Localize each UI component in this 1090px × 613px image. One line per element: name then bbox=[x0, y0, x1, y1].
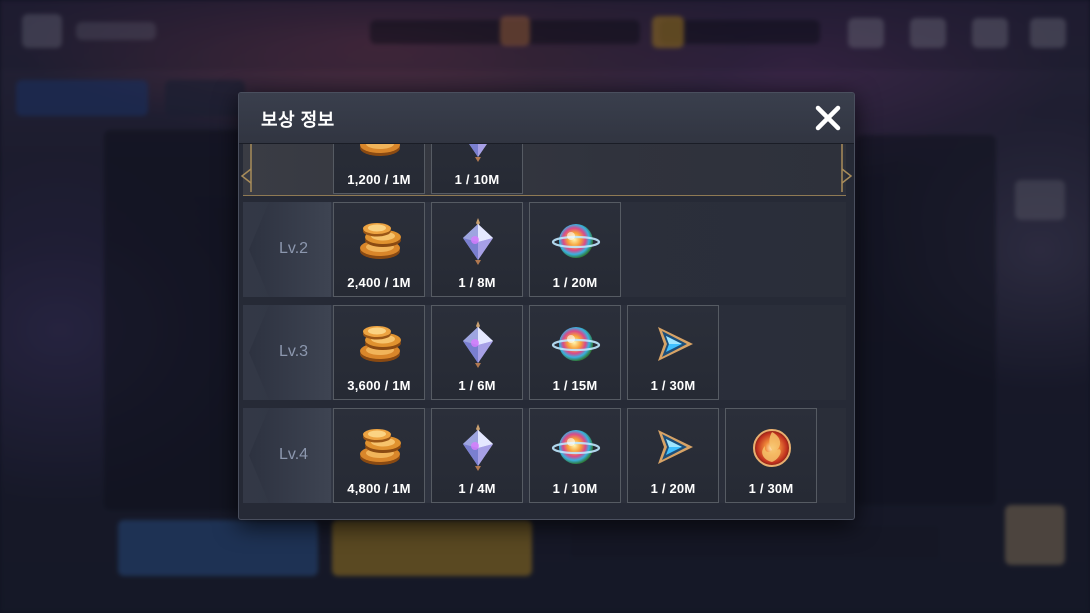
reward-row-level-2: Lv.2 2,400 / 1M 1 / 8M 1 / 20M bbox=[239, 202, 854, 297]
level-label: Lv.2 bbox=[279, 240, 309, 257]
purple-crystal-icon bbox=[453, 144, 503, 163]
gold-coins-icon bbox=[355, 319, 405, 369]
blue-gem-icon bbox=[649, 319, 699, 369]
reward-quantity: 1 / 6M bbox=[458, 378, 496, 393]
reward-slot[interactable]: 1 / 10M bbox=[431, 144, 523, 194]
reward-slot[interactable]: 1 / 15M bbox=[529, 305, 621, 400]
purple-crystal-icon bbox=[453, 422, 503, 472]
level-label: Lv.4 bbox=[279, 446, 309, 463]
reward-slots: 4,800 / 1M 1 / 4M 1 / 10M 1 / 20M 1 / 30… bbox=[333, 408, 817, 503]
reward-slots: 1,200 / 1M 1 / 10M bbox=[333, 144, 523, 194]
level-label: Lv.3 bbox=[279, 343, 309, 360]
reward-slot[interactable]: 1 / 30M bbox=[627, 305, 719, 400]
reward-slot[interactable]: 1 / 6M bbox=[431, 305, 523, 400]
level-tab: Lv.1 bbox=[249, 144, 331, 194]
reward-slot[interactable]: 1 / 20M bbox=[627, 408, 719, 503]
reward-quantity: 2,400 / 1M bbox=[347, 275, 411, 290]
blue-gem-icon bbox=[649, 422, 699, 472]
reward-quantity: 1 / 15M bbox=[552, 378, 598, 393]
reward-slot[interactable]: 1 / 8M bbox=[431, 202, 523, 297]
reward-quantity: 1,200 / 1M bbox=[347, 172, 411, 187]
reward-slot[interactable]: 2,400 / 1M bbox=[333, 202, 425, 297]
close-button[interactable] bbox=[810, 100, 846, 136]
reward-quantity: 1 / 4M bbox=[458, 481, 496, 496]
reward-slot[interactable]: 1 / 30M bbox=[725, 408, 817, 503]
reward-slot[interactable]: 1,200 / 1M bbox=[333, 144, 425, 194]
ornament-right-icon bbox=[840, 144, 854, 194]
reward-slot[interactable]: 1 / 10M bbox=[529, 408, 621, 503]
reward-quantity: 1 / 20M bbox=[650, 481, 696, 496]
purple-crystal-icon bbox=[453, 319, 503, 369]
reward-quantity: 1 / 8M bbox=[458, 275, 496, 290]
reward-row-level-3: Lv.3 3,600 / 1M 1 / 6M 1 / 15M 1 / 30M bbox=[239, 305, 854, 400]
reward-slot[interactable]: 1 / 20M bbox=[529, 202, 621, 297]
purple-crystal-icon bbox=[453, 216, 503, 266]
reward-info-modal: 보상 정보 Lv.1 1,200 / 1M 1 / 10M bbox=[238, 92, 855, 520]
close-icon bbox=[815, 105, 841, 131]
fire-orb-icon bbox=[747, 422, 797, 472]
reward-quantity: 1 / 10M bbox=[552, 481, 598, 496]
reward-slots: 2,400 / 1M 1 / 8M 1 / 20M bbox=[333, 202, 621, 297]
reward-quantity: 1 / 10M bbox=[454, 172, 500, 187]
gold-coins-icon bbox=[355, 216, 405, 266]
reward-row-level-1: Lv.1 1,200 / 1M 1 / 10M bbox=[239, 144, 854, 196]
reward-quantity: 1 / 20M bbox=[552, 275, 598, 290]
modal-title: 보상 정보 bbox=[261, 110, 335, 130]
reward-quantity: 3,600 / 1M bbox=[347, 378, 411, 393]
reward-quantity: 4,800 / 1M bbox=[347, 481, 411, 496]
reward-list[interactable]: Lv.1 1,200 / 1M 1 / 10M Lv.2 2,400 / 1M bbox=[239, 144, 854, 519]
reward-slots: 3,600 / 1M 1 / 6M 1 / 15M 1 / 30M bbox=[333, 305, 719, 400]
modal-header: 보상 정보 bbox=[239, 93, 854, 144]
rainbow-orb-icon bbox=[551, 216, 601, 266]
reward-row-level-4: Lv.4 4,800 / 1M 1 / 4M 1 / 10M 1 / 20M 1… bbox=[239, 408, 854, 503]
reward-quantity: 1 / 30M bbox=[650, 378, 696, 393]
gold-coins-icon bbox=[355, 144, 405, 163]
reward-slot[interactable]: 1 / 4M bbox=[431, 408, 523, 503]
rainbow-orb-icon bbox=[551, 319, 601, 369]
rainbow-orb-icon bbox=[551, 422, 601, 472]
reward-quantity: 1 / 30M bbox=[748, 481, 794, 496]
reward-slot[interactable]: 4,800 / 1M bbox=[333, 408, 425, 503]
gold-coins-icon bbox=[355, 422, 405, 472]
reward-slot[interactable]: 3,600 / 1M bbox=[333, 305, 425, 400]
